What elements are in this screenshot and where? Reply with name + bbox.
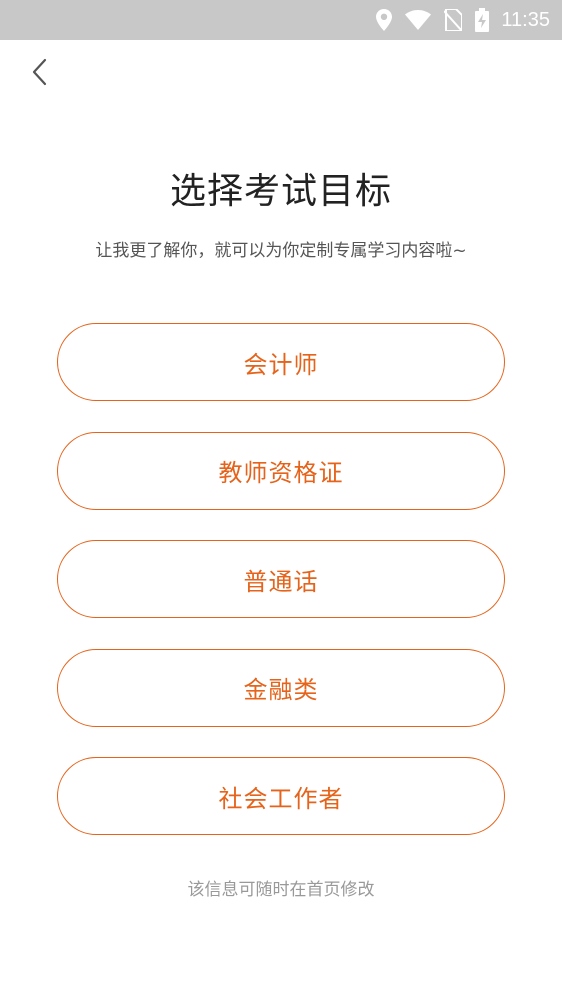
location-icon — [376, 9, 393, 31]
option-social-worker-button[interactable]: 社会工作者 — [57, 757, 505, 835]
page-title: 选择考试目标 — [169, 171, 392, 212]
status-time: 11:35 — [501, 8, 550, 31]
chevron-left-icon — [32, 58, 48, 90]
option-accountant-button[interactable]: 会计师 — [57, 323, 505, 401]
no-sim-icon — [444, 9, 463, 31]
option-finance-button[interactable]: 金融类 — [57, 648, 505, 727]
page-subtitle: 让我更了解你，就可以为你定制专属学习内容啦~ — [95, 241, 467, 261]
back-button[interactable] — [18, 52, 62, 96]
exam-goal-options: 会计师 教师资格证 普通话 金融类 社会工作者 — [57, 323, 505, 866]
option-teacher-qualification-button[interactable]: 教师资格证 — [57, 431, 505, 510]
status-icons: 11:35 — [363, 0, 550, 40]
wifi-icon — [405, 10, 432, 30]
option-mandarin-button[interactable]: 普通话 — [57, 540, 505, 618]
status-bar: 11:35 — [0, 0, 562, 40]
battery-charging-icon — [475, 8, 490, 32]
footer-note: 该信息可随时在首页修改 — [187, 880, 375, 900]
